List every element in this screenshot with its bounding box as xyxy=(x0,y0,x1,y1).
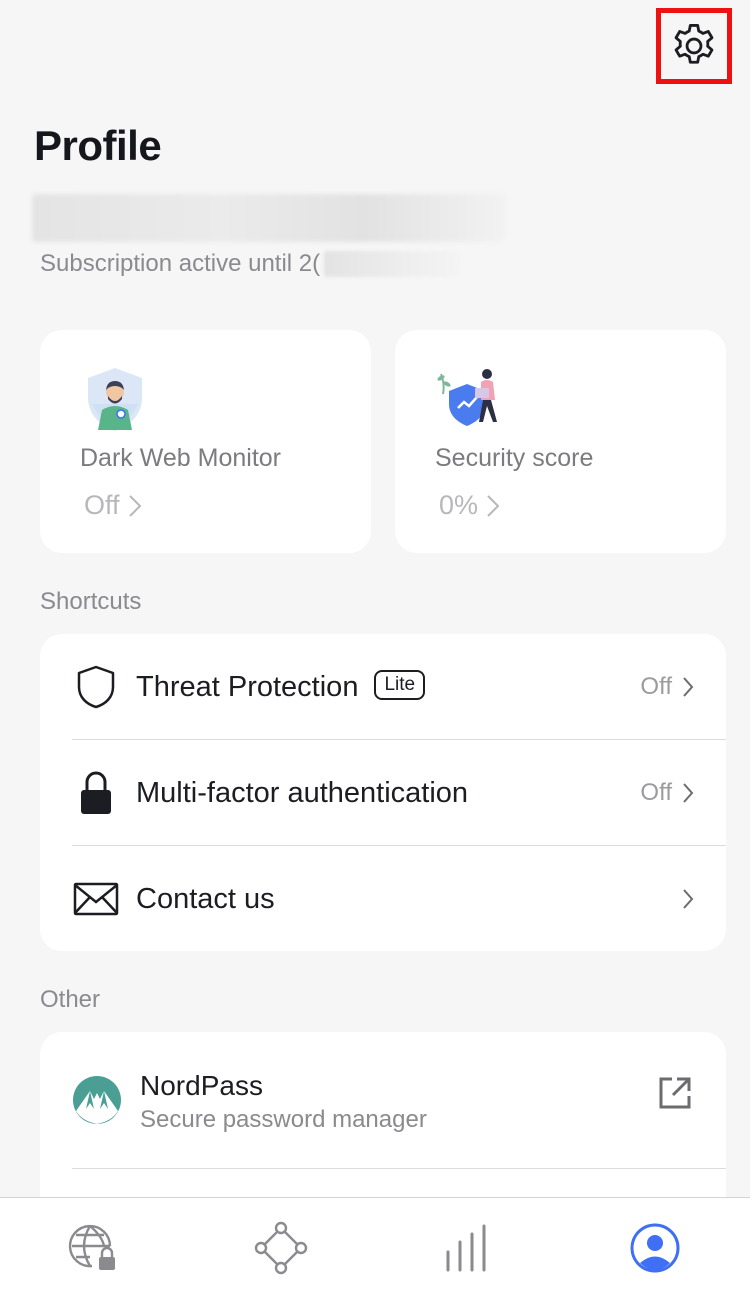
nav-meshnet-tab[interactable] xyxy=(251,1218,311,1278)
security-score-illustration xyxy=(437,369,497,426)
chevron-right-icon xyxy=(683,677,694,697)
contact-us-label: Contact us xyxy=(136,882,275,915)
chevron-right-icon xyxy=(128,494,141,517)
card-value: 0% xyxy=(439,490,500,521)
lite-badge: Lite xyxy=(374,669,426,700)
globe-lock-icon xyxy=(68,1224,115,1270)
chevron-right-icon xyxy=(683,783,694,803)
nordpass-subtitle: Secure password manager xyxy=(140,1106,427,1133)
row-label-text: Threat Protection xyxy=(136,670,359,703)
threat-protection-label: Threat Protection Lite xyxy=(136,669,426,704)
page-title: Profile xyxy=(34,122,162,169)
divider xyxy=(72,1168,726,1169)
subscription-status: Subscription active until 2( xyxy=(40,250,461,278)
card-value-text: Off xyxy=(84,490,120,520)
card-label: Security score xyxy=(435,444,594,472)
row-status xyxy=(682,888,694,910)
row-status: Off xyxy=(640,673,694,701)
shortcuts-list: Threat Protection Lite Off Multi-factor a… xyxy=(40,634,726,951)
lock-icon xyxy=(72,769,120,817)
card-value-text: 0% xyxy=(439,490,479,520)
chevron-right-icon xyxy=(487,494,500,517)
nav-stats-tab[interactable] xyxy=(438,1218,498,1278)
threat-protection-row[interactable]: Threat Protection Lite Off xyxy=(40,634,726,740)
profile-icon xyxy=(630,1223,680,1273)
mfa-row[interactable]: Multi-factor authentication Off xyxy=(40,740,726,846)
subscription-date-redacted xyxy=(324,251,461,277)
shortcuts-section-label: Shortcuts xyxy=(40,588,142,615)
nordpass-row[interactable]: NordPass Secure password manager xyxy=(40,1032,726,1168)
dark-web-monitor-illustration xyxy=(88,368,142,431)
security-score-card[interactable]: Security score 0% xyxy=(395,330,726,553)
dark-web-monitor-card[interactable]: Dark Web Monitor Off xyxy=(40,330,371,553)
nav-vpn-tab[interactable] xyxy=(64,1218,124,1278)
external-link-icon xyxy=(658,1076,692,1115)
chevron-right-icon xyxy=(683,889,694,909)
nordpass-logo-icon xyxy=(72,1075,122,1125)
card-value: Off xyxy=(84,490,142,521)
subscription-text: Subscription active until 2( xyxy=(40,250,321,277)
account-email-redacted xyxy=(32,194,506,242)
nordpass-title: NordPass xyxy=(140,1070,263,1101)
row-status: Off xyxy=(640,779,694,807)
bottom-navigation xyxy=(0,1197,750,1296)
gear-icon xyxy=(674,24,714,64)
nav-profile-tab[interactable] xyxy=(625,1218,685,1278)
card-label: Dark Web Monitor xyxy=(80,444,281,472)
contact-us-row[interactable]: Contact us xyxy=(40,846,726,952)
settings-button[interactable] xyxy=(656,8,732,84)
mfa-label: Multi-factor authentication xyxy=(136,776,469,809)
row-status-text: Off xyxy=(640,673,672,700)
nordpass-text: NordPass Secure password manager xyxy=(140,1070,427,1134)
stats-bars-icon xyxy=(446,1224,486,1272)
row-status-text: Off xyxy=(640,779,672,806)
meshnet-icon xyxy=(254,1221,308,1275)
other-section-label: Other xyxy=(40,986,101,1013)
envelope-icon xyxy=(72,875,120,923)
shield-icon xyxy=(72,663,120,711)
